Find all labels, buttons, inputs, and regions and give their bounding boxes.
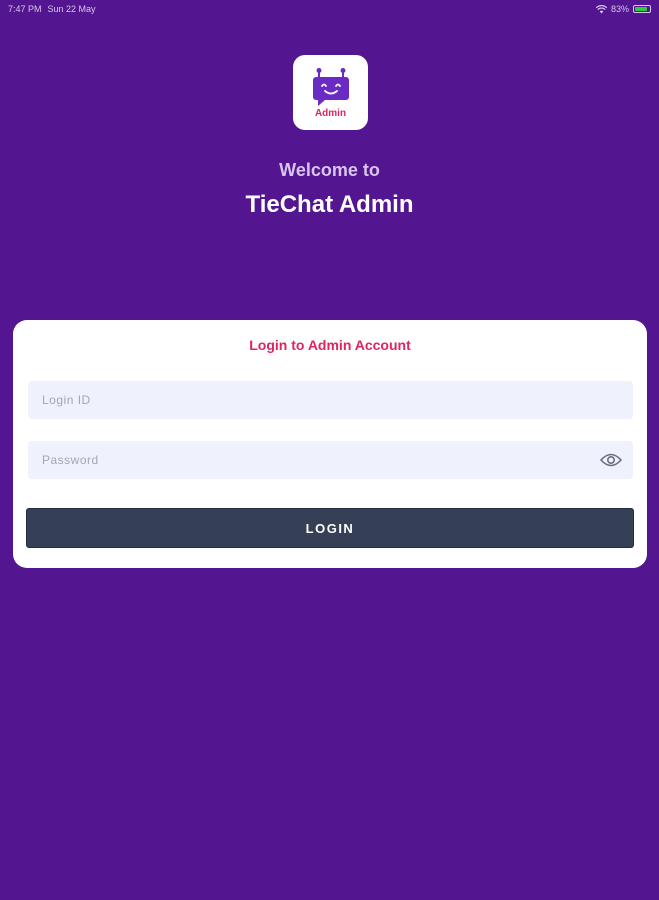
password-field-container (28, 441, 633, 479)
page-title: TieChat Admin (245, 191, 414, 218)
robot-chat-icon (312, 67, 349, 106)
battery-icon (633, 5, 651, 13)
login-button[interactable]: LOGIN (26, 508, 634, 548)
login-id-input[interactable] (28, 381, 633, 419)
wifi-icon (595, 4, 607, 13)
status-time: 7:47 PM (8, 4, 42, 14)
app-logo: Admin (293, 55, 368, 130)
status-bar: 7:47 PM Sun 22 May 83% (0, 0, 659, 18)
battery-level (635, 7, 647, 11)
login-card: Login to Admin Account LOGIN (13, 320, 647, 568)
status-left: 7:47 PM Sun 22 May (8, 4, 96, 14)
login-card-title: Login to Admin Account (249, 337, 411, 353)
logo-label: Admin (314, 107, 347, 119)
status-right: 83% (595, 4, 651, 14)
eye-icon[interactable] (600, 452, 622, 468)
battery-percent: 83% (610, 4, 629, 14)
welcome-text: Welcome to (279, 160, 380, 180)
login-id-field-container (28, 381, 633, 419)
password-input[interactable] (28, 441, 633, 479)
status-date: Sun 22 May (47, 4, 96, 14)
